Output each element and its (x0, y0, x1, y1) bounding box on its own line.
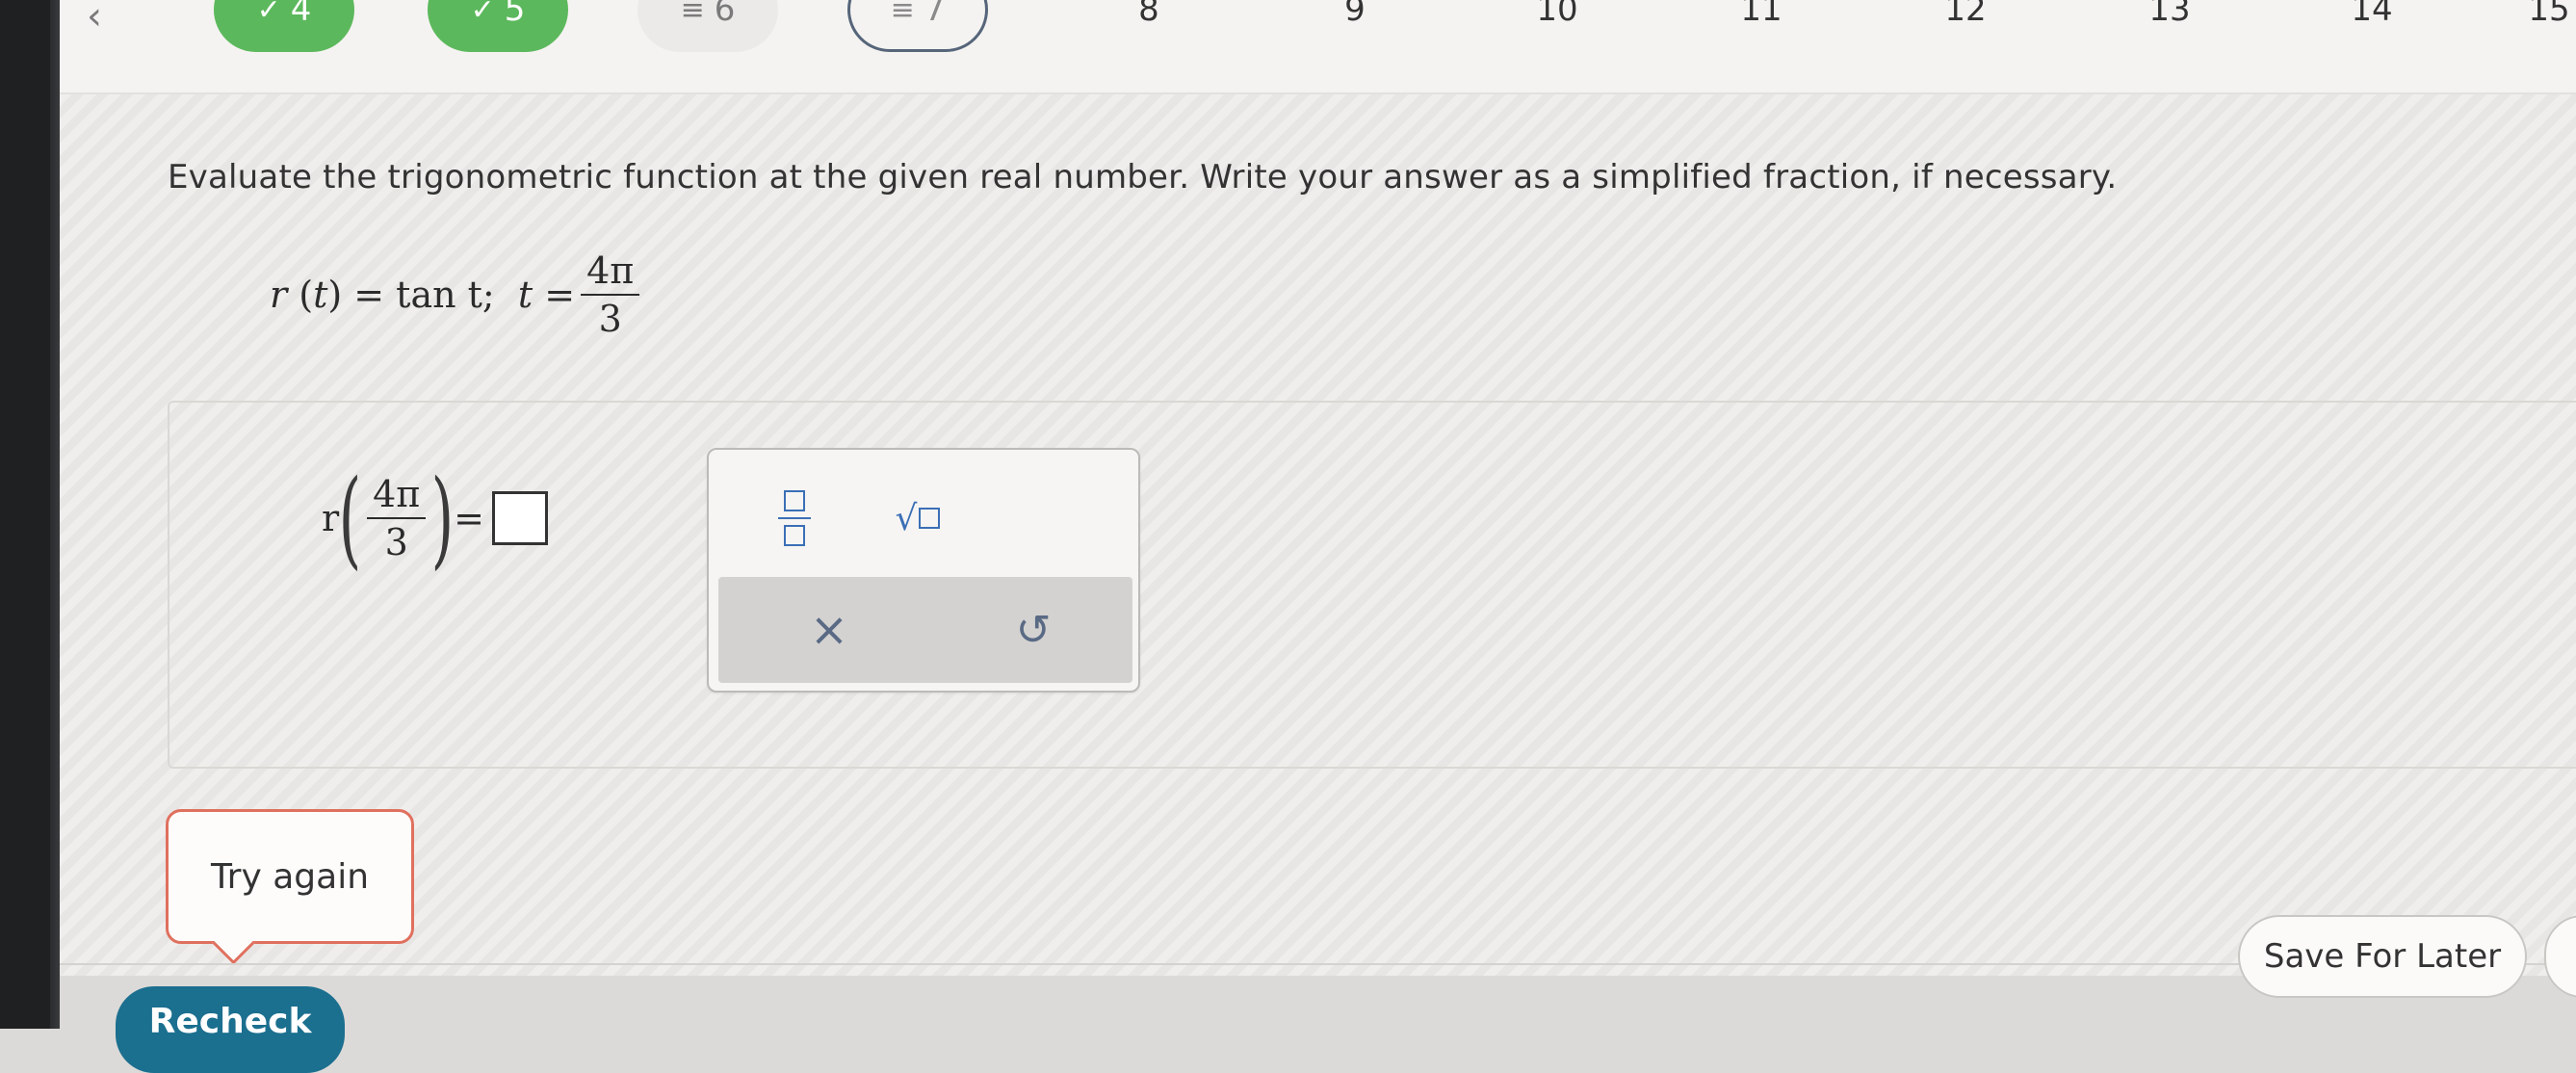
partial-icon: ≡ (680, 0, 705, 27)
question-7-button[interactable]: ≡ 7 (847, 0, 988, 52)
t-equals: t = (517, 274, 576, 316)
question-number: 10 (1536, 0, 1578, 29)
partial-icon: ≡ (890, 0, 915, 27)
given-fraction: 4π 3 (581, 248, 640, 342)
radical-sign: √ (895, 498, 918, 538)
question-number: 4 (290, 0, 312, 29)
clear-icon[interactable]: × (795, 596, 863, 664)
question-number: 15 (2528, 0, 2570, 29)
answer-denominator: 3 (384, 521, 408, 563)
open-paren: ( (287, 274, 314, 316)
question-8-button[interactable]: 8 (1106, 0, 1192, 52)
question-number: 5 (504, 0, 526, 29)
question-number: 12 (1944, 0, 1987, 29)
question-prompt: Evaluate the trigonometric function at t… (168, 158, 2118, 196)
function-variable: t (313, 274, 328, 316)
fraction-icon[interactable] (759, 484, 830, 552)
close-paren: ) (327, 274, 354, 316)
fraction-denominator-slot (784, 525, 805, 546)
answer-input[interactable] (492, 491, 549, 545)
question-number: 11 (1740, 0, 1782, 29)
question-6-button[interactable]: ≡ 6 (637, 0, 778, 52)
fraction-numerator-slot (784, 490, 805, 511)
radicand-slot (919, 508, 941, 529)
equals-sign: = (454, 497, 485, 539)
function-rhs: = tan t; (353, 274, 495, 316)
question-5-button[interactable]: ✓ 5 (428, 0, 568, 52)
fraction-numerator: 4π (581, 248, 640, 296)
undo-icon[interactable]: ↺ (1000, 596, 1067, 664)
chevron-left-icon[interactable]: ‹ (87, 0, 102, 39)
check-icon: ✓ (256, 0, 281, 27)
keypad-template-row: √ (709, 450, 1138, 577)
left-paren: ( (338, 457, 362, 580)
fraction-bar (778, 517, 811, 519)
answer-numerator: 4π (367, 471, 427, 519)
fraction-denominator: 3 (598, 298, 622, 340)
question-number: 13 (2148, 0, 2191, 29)
save-for-later-button[interactable]: Save For Later (2238, 915, 2527, 998)
answer-argument-fraction: 4π 3 (367, 471, 427, 565)
try-again-feedback: Try again (166, 809, 414, 944)
question-number: 14 (2351, 0, 2393, 29)
check-icon: ✓ (470, 0, 495, 27)
answer-equation: r ( 4π 3 ) = (322, 446, 549, 590)
question-13-button[interactable]: 13 (2126, 0, 2213, 52)
given-function: r ( t ) = tan t; t = 4π 3 (270, 237, 645, 353)
footer-divider (60, 963, 2576, 965)
function-name: r (270, 274, 288, 316)
square-root-icon[interactable]: √ (874, 484, 961, 552)
right-paren: ) (430, 457, 455, 580)
question-15-button[interactable]: 15 (2506, 0, 2576, 52)
recheck-button[interactable]: Recheck (116, 986, 345, 1073)
keypad-action-row: × ↺ (718, 577, 1132, 683)
screen-bezel (0, 0, 60, 1029)
question-12-button[interactable]: 12 (1922, 0, 2009, 52)
question-11-button[interactable]: 11 (1718, 0, 1805, 52)
question-number: 6 (714, 0, 736, 29)
question-navigation: ‹ ✓ 4 ✓ 5 ≡ 6 ≡ 7 8 9 10 11 12 13 14 15 (60, 0, 2576, 94)
answer-function-name: r (322, 497, 340, 539)
math-keypad: √ × ↺ (707, 448, 1140, 693)
question-10-button[interactable]: 10 (1514, 0, 1600, 52)
question-number: 7 (924, 0, 946, 29)
question-9-button[interactable]: 9 (1312, 0, 1398, 52)
question-14-button[interactable]: 14 (2329, 0, 2415, 52)
question-4-button[interactable]: ✓ 4 (214, 0, 354, 52)
question-panel: Evaluate the trigonometric function at t… (60, 94, 2576, 976)
question-number: 8 (1138, 0, 1159, 29)
question-number: 9 (1344, 0, 1366, 29)
